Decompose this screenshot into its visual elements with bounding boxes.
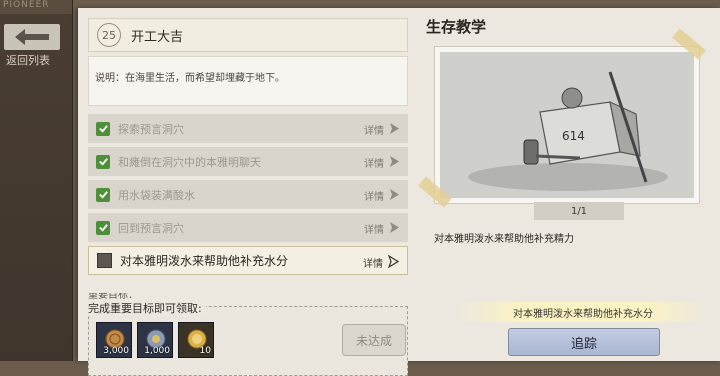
reward-title: 完成重要目标即可领取:	[88, 300, 206, 316]
chevron-right-icon[interactable]	[388, 155, 400, 168]
task-detail-link[interactable]: 详情	[364, 155, 384, 170]
claim-button-incomplete[interactable]: 未达成	[342, 324, 406, 356]
reward-items: 3,000 1,000 10	[96, 322, 219, 358]
chevron-right-icon[interactable]	[388, 221, 400, 234]
task-label: 探索预言洞穴	[118, 122, 184, 136]
task-detail-link[interactable]: 详情	[364, 122, 384, 137]
reward-quantity: 1,000	[144, 346, 170, 356]
task-list: 探索预言洞穴 详情 和瘫倒在洞穴中的本雅明聊天 详情 用水袋装满酸水 详情 回到…	[88, 114, 408, 279]
tutorial-photo-frame: 614	[434, 46, 700, 204]
quest-description: 说明：在海里生活，而希望却埋藏于地下。	[88, 56, 408, 106]
task-item[interactable]: 和瘫倒在洞穴中的本雅明聊天 详情	[88, 147, 408, 176]
important-target-label: 重要目标：	[88, 293, 138, 299]
unchecked-box-icon	[97, 253, 112, 268]
reward-quantity: 3,000	[103, 346, 129, 356]
chevron-right-icon[interactable]	[388, 188, 400, 201]
task-label: 对本雅明泼水来帮助他补充水分	[120, 254, 289, 268]
back-button[interactable]	[4, 24, 60, 50]
reward-item[interactable]: 10	[178, 322, 214, 358]
quest-number: 25	[97, 23, 121, 47]
chevron-right-icon[interactable]	[388, 122, 400, 135]
chevron-right-icon[interactable]	[387, 255, 399, 268]
check-icon	[96, 121, 110, 136]
sidebar-header-text: PIONEER	[0, 0, 72, 14]
check-icon	[96, 187, 110, 202]
check-icon	[96, 154, 110, 169]
back-arrow-icon	[15, 29, 49, 45]
task-label: 用水袋装满酸水	[118, 188, 195, 202]
task-item[interactable]: 回到预言洞穴 详情	[88, 213, 408, 242]
task-detail-link[interactable]: 详情	[363, 255, 383, 270]
sidebar: PIONEER 返回列表	[0, 0, 73, 361]
tutorial-column: 生存教学 614 1/1 对本雅明泼水来帮助他补充精力 对本雅明泼水来帮助他补充…	[418, 8, 714, 361]
crate-label: 614	[562, 129, 585, 143]
quest-header: 25 开工大吉	[88, 18, 408, 52]
task-item[interactable]: 用水袋装满酸水 详情	[88, 180, 408, 209]
quest-title: 开工大吉	[131, 29, 184, 45]
task-item-active[interactable]: 对本雅明泼水来帮助他补充水分 详情	[88, 246, 408, 275]
reward-item[interactable]: 3,000	[96, 322, 132, 358]
reward-quantity: 10	[199, 346, 211, 356]
task-label: 和瘫倒在洞穴中的本雅明聊天	[118, 155, 261, 169]
reward-item[interactable]: 1,000	[137, 322, 173, 358]
task-label: 回到预言洞穴	[118, 221, 184, 235]
crate-illustration: 614	[440, 52, 694, 198]
task-detail-link[interactable]: 详情	[364, 221, 384, 236]
tutorial-tip: 对本雅明泼水来帮助他补充精力	[434, 234, 574, 245]
track-button[interactable]: 追踪	[508, 328, 660, 356]
page-indicator: 1/1	[534, 202, 624, 220]
tutorial-illustration: 614	[440, 52, 694, 198]
task-detail-link[interactable]: 详情	[364, 188, 384, 203]
tutorial-title: 生存教学	[426, 18, 487, 36]
check-icon	[96, 220, 110, 235]
objective-hint: 对本雅明泼水来帮助他补充水分	[458, 302, 708, 322]
back-label[interactable]: 返回列表	[6, 52, 50, 68]
task-item[interactable]: 探索预言洞穴 详情	[88, 114, 408, 143]
quest-panel: 25 开工大吉 说明：在海里生活，而希望却埋藏于地下。 探索预言洞穴 详情 和瘫…	[78, 8, 720, 376]
